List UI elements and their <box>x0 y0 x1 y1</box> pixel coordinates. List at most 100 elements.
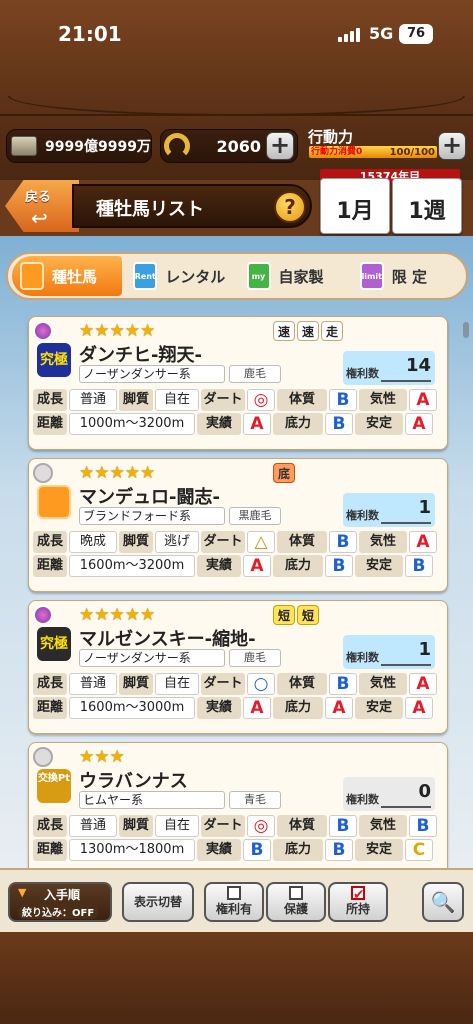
distance-value: 1000m〜3200m <box>69 413 195 435</box>
record-label: 実績 <box>197 555 241 577</box>
rights-value: 1 <box>418 639 431 660</box>
select-radio[interactable] <box>33 463 53 483</box>
distance-value: 1600m〜3200m <box>69 555 195 577</box>
stamina-label: 底力 <box>273 697 323 719</box>
stamina-value: 100/100 <box>389 147 435 158</box>
add-stamina-button[interactable]: + <box>438 132 466 160</box>
stamina-label: 底力 <box>273 413 323 435</box>
select-radio[interactable] <box>33 321 53 341</box>
filter-status: 絞り込み：OFF <box>18 904 99 919</box>
stamina-label: 底力 <box>273 555 323 577</box>
filter-rights-checkbox[interactable]: 権利有 <box>204 882 264 922</box>
leg-value: 自在 <box>155 815 199 837</box>
rights-value: 1 <box>418 497 431 518</box>
triangle-down-icon: ▼ <box>18 886 27 899</box>
week-value: 1週 <box>408 199 446 224</box>
rights-box: 権利数 1 <box>343 493 435 527</box>
tab-rental[interactable]: Rent レンタル <box>125 256 235 296</box>
stability-label: 安定 <box>355 555 403 577</box>
stallion-card[interactable]: 交換Pt ★★★ ウラバンナス ヒムヤー系 青毛 権利数 0 成長 普通 脚質 … <box>28 742 448 868</box>
checkbox-icon <box>289 886 303 900</box>
month-value: 1月 <box>336 199 374 224</box>
temper-label: 気性 <box>359 531 407 553</box>
leg-value: 逃げ <box>155 531 199 553</box>
stat-row: 成長 普通 脚質 自在 ダート ◎ 体質 B 気性 B <box>33 815 437 837</box>
body-label: 体質 <box>277 531 327 553</box>
lineage: ノーザンダンサー系 <box>79 365 225 383</box>
dirt-label: ダート <box>201 389 245 411</box>
select-radio[interactable] <box>33 605 53 625</box>
stat-row: 成長 普通 脚質 自在 ダート ◎ 体質 B 気性 A <box>33 389 437 411</box>
coat-color: 黒鹿毛 <box>229 507 281 525</box>
horseshoe-display: 2060 + <box>160 129 298 163</box>
rights-label: 権利数 <box>346 367 379 380</box>
filter-label: 所持 <box>345 902 370 916</box>
tab-stallion[interactable]: 種牡馬 <box>12 256 123 296</box>
banknote-icon <box>11 136 37 156</box>
rating-stars: ★★★ <box>79 747 125 767</box>
back-button[interactable]: 戻る ↩ <box>5 180 79 232</box>
stamina-display: 行動力 行動力消費0 100/100 + <box>304 124 468 166</box>
stability-grade: A <box>405 697 433 719</box>
calendar-week: 1週 <box>392 178 462 234</box>
trait-tag: 速 <box>273 321 295 341</box>
rights-label: 権利数 <box>346 651 379 664</box>
stamina-bar: 行動力消費0 100/100 <box>308 145 438 159</box>
tab-label: レンタル <box>165 267 226 286</box>
select-radio[interactable] <box>33 747 53 767</box>
distance-value: 1600m〜3000m <box>69 697 195 719</box>
stat-row: 成長 晩成 脚質 逃げ ダート △ 体質 B 気性 A <box>33 531 437 553</box>
distance-label: 距離 <box>33 413 67 435</box>
growth-value: 普通 <box>69 815 117 837</box>
stability-grade: A <box>405 413 433 435</box>
search-button[interactable]: 🔍 <box>422 882 464 922</box>
leg-value: 自在 <box>155 673 199 695</box>
app-screen: { "status": {"time": "21:01", "network":… <box>0 0 473 1024</box>
dirt-grade: ◎ <box>247 815 275 837</box>
rights-box: 権利数 1 <box>343 635 435 669</box>
stat-row: 距離 1000m〜3200m 実績 A 底力 B 安定 A <box>33 413 433 435</box>
stallion-card[interactable]: 究極 ★★★★★ 速 速 走 ダンチヒ-翔天- ノーザンダンサー系 鹿毛 権利数… <box>28 316 448 450</box>
trait-tags: 短 短 <box>273 605 319 625</box>
trait-tags: 速 速 走 <box>273 321 343 341</box>
body-grade: B <box>329 815 357 837</box>
filter-protected-checkbox[interactable]: 保護 <box>266 882 326 922</box>
trait-tag: 速 <box>297 321 319 341</box>
stability-grade: C <box>405 839 433 861</box>
record-grade: A <box>243 697 271 719</box>
add-horseshoe-button[interactable]: + <box>266 132 294 160</box>
filter-label: 保護 <box>283 902 308 916</box>
growth-value: 普通 <box>69 389 117 411</box>
display-toggle-button[interactable]: 表示切替 <box>122 882 194 922</box>
stallion-list[interactable]: 究極 ★★★★★ 速 速 走 ダンチヒ-翔天- ノーザンダンサー系 鹿毛 権利数… <box>0 316 473 868</box>
tab-limited[interactable]: limit 限 定 <box>352 256 462 296</box>
help-button[interactable]: ? <box>274 191 306 223</box>
page-title: 種牡馬リスト <box>96 199 204 220</box>
back-label: 戻る <box>25 190 52 205</box>
leg-label: 脚質 <box>119 673 153 695</box>
ultimate-badge-icon: 究極 <box>37 627 71 661</box>
dirt-label: ダート <box>201 531 245 553</box>
stallion-card[interactable]: ★★★★★ 底 マンデュロ-闘志- ブランドフォード系 黒鹿毛 権利数 1 成長… <box>28 458 448 592</box>
money-value: 9999億9999万 <box>45 139 151 155</box>
record-grade: B <box>243 839 271 861</box>
record-label: 実績 <box>197 839 241 861</box>
temper-grade: A <box>409 673 437 695</box>
main-area: 種牡馬 Rent レンタル my 自家製 limit 限 定 究極 ★★★★★ … <box>0 236 473 868</box>
lineage: ノーザンダンサー系 <box>79 649 225 667</box>
growth-value: 普通 <box>69 673 117 695</box>
tab-homebred[interactable]: my 自家製 <box>239 256 349 296</box>
stamina-grade: B <box>325 839 353 861</box>
scrollbar[interactable] <box>463 322 469 338</box>
bottom-wood-panel <box>0 932 473 1024</box>
stallion-card[interactable]: 究極 ★★★★★ 短 短 マルゼンスキー-縮地- ノーザンダンサー系 鹿毛 権利… <box>28 600 448 734</box>
document-icon <box>20 262 44 290</box>
growth-value: 晩成 <box>69 531 117 553</box>
leg-value: 自在 <box>155 389 199 411</box>
sort-button[interactable]: ▼ 入手順 絞り込み：OFF <box>8 882 112 922</box>
battery-icon: 76 <box>399 24 433 44</box>
clock: 21:01 <box>58 22 122 46</box>
filter-owned-checkbox[interactable]: 所持 <box>328 882 388 922</box>
horseshoe-value: 2060 <box>216 136 261 156</box>
exchange-pt-icon: 交換Pt <box>37 769 71 803</box>
